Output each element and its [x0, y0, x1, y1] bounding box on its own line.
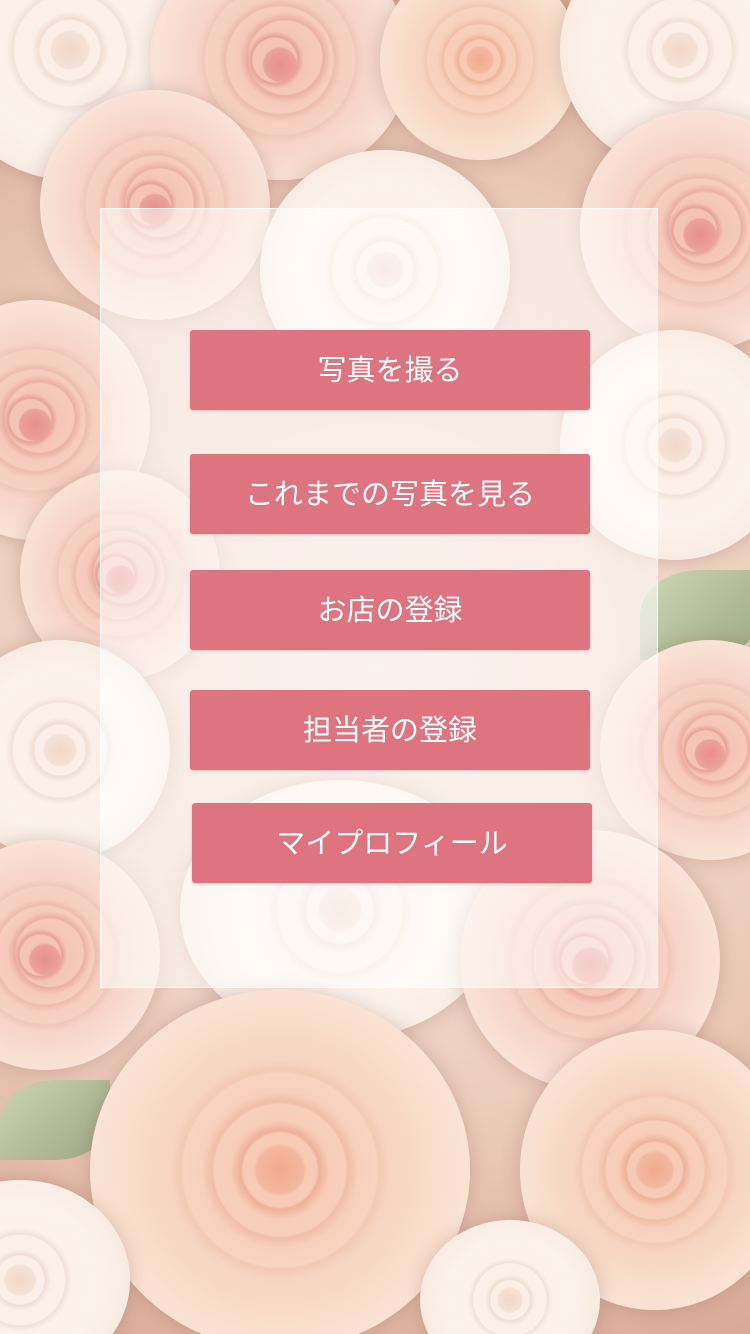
register-staff-button-label: 担当者の登録 — [302, 713, 477, 747]
take-photo-button[interactable]: 写真を撮る — [190, 330, 590, 410]
my-profile-button[interactable]: マイプロフィール — [192, 803, 592, 883]
register-shop-button-label: お店の登録 — [317, 593, 463, 627]
my-profile-button-label: マイプロフィール — [276, 826, 508, 860]
view-past-photos-button-label: これまでの写真を見る — [244, 477, 535, 511]
view-past-photos-button[interactable]: これまでの写真を見る — [190, 454, 590, 534]
register-staff-button[interactable]: 担当者の登録 — [190, 690, 590, 770]
register-shop-button[interactable]: お店の登録 — [190, 570, 590, 650]
take-photo-button-label: 写真を撮る — [317, 353, 463, 387]
